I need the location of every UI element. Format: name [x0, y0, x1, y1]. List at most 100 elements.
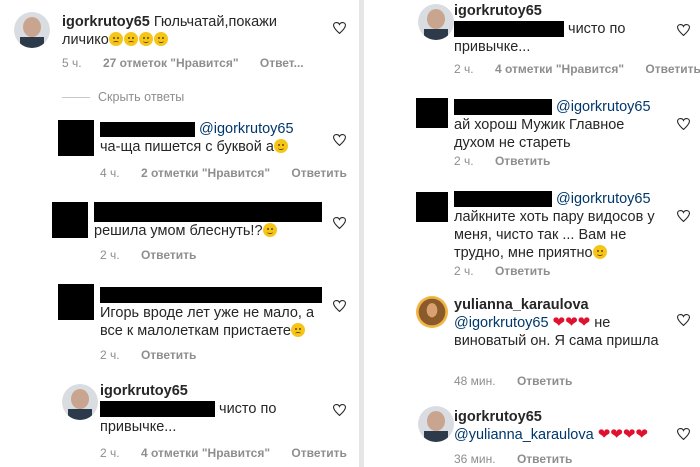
avatar[interactable] [52, 202, 88, 238]
reply-button[interactable]: Ответить [517, 374, 572, 388]
avatar[interactable] [418, 4, 454, 40]
reply-button[interactable]: Ответить [291, 446, 346, 460]
avatar[interactable] [14, 12, 50, 48]
comment-text: @igorkrutoy65 лайкните хоть пару видосов… [454, 191, 655, 261]
username[interactable]: igorkrutoy65 [100, 383, 188, 399]
reply: @igorkrutoy65 ча-ща пишется с буквой а 4… [0, 112, 359, 192]
avatar[interactable] [418, 406, 454, 442]
timestamp: 36 мин. [454, 452, 496, 466]
like-heart-icon[interactable] [677, 210, 690, 222]
smile-emoji-icon [273, 139, 288, 153]
comment-text: igorkrutoy65 чисто по привычке... [100, 383, 277, 435]
avatar[interactable] [58, 120, 94, 156]
like-heart-icon[interactable] [333, 134, 346, 146]
redacted-username [100, 121, 195, 137]
sad-emoji-icon [108, 32, 123, 46]
reply: @igorkrutoy65 лайкните хоть пару видосов… [364, 186, 700, 282]
mention-link[interactable]: @yulianna_karaulova [454, 427, 594, 443]
comment-meta: 36 мин. Ответить [454, 452, 590, 466]
timestamp: 2 ч. [454, 62, 474, 76]
mention-link[interactable]: @igorkrutoy65 [199, 121, 294, 137]
mention-link[interactable]: @igorkrutoy65 [556, 191, 651, 207]
red-heart-icon: ❤❤❤❤ [597, 426, 648, 443]
comment-meta: 2 ч. Ответить [454, 264, 568, 278]
grin-emoji-icon [592, 245, 607, 259]
reply-button[interactable]: Ответить [141, 348, 196, 362]
redacted-username [454, 99, 552, 116]
avatar[interactable] [416, 296, 448, 328]
username[interactable]: igorkrutoy65 [454, 3, 542, 19]
comment-meta: 2 ч. Ответить [100, 248, 214, 262]
avatar[interactable] [58, 284, 94, 320]
reply: igorkrutoy65 @yulianna_karaulova ❤❤❤❤ 36… [364, 400, 700, 467]
avatar[interactable] [416, 192, 448, 222]
comment-text: @igorkrutoy65 ай хорош Мужик Главное дух… [454, 99, 651, 151]
comment-text: решила умом блеснуть!? [94, 202, 334, 240]
red-heart-icon: ❤❤❤ [552, 314, 591, 331]
like-heart-icon[interactable] [333, 22, 346, 34]
username[interactable]: igorkrutoy65 [454, 409, 542, 425]
timestamp: 2 ч. [454, 154, 474, 168]
timestamp: 2 ч. [454, 264, 474, 278]
like-heart-icon[interactable] [677, 24, 690, 36]
timestamp: 5 ч. [62, 56, 82, 70]
reply: Игорь вроде лет уже не мало, а все к мал… [0, 280, 359, 366]
avatar[interactable] [416, 98, 448, 128]
comment-text: igorkrutoy65 Гюльчатай,покажи личико [62, 14, 277, 48]
comment-meta: 5 ч. 27 отметок "Нравится" Ответ... [62, 56, 322, 70]
like-heart-icon[interactable] [333, 217, 346, 229]
like-heart-icon[interactable] [333, 404, 346, 416]
redacted-text [100, 401, 215, 418]
redacted-username [94, 202, 322, 222]
reply-button[interactable]: Ответить [141, 248, 196, 262]
reply-button[interactable]: Ответить [645, 62, 700, 76]
redacted-text [454, 21, 564, 38]
reply: igorkrutoy65 чисто по привычке... 2 ч. 4… [0, 380, 359, 467]
like-heart-icon[interactable] [677, 118, 690, 130]
left-comment-panel: igorkrutoy65 Гюльчатай,покажи личико 5 ч… [0, 0, 359, 467]
comment-text: igorkrutoy65 чисто по привычке... [454, 3, 626, 55]
like-heart-icon[interactable] [333, 300, 346, 312]
likes-count[interactable]: 2 отметки "Нравится" [141, 166, 270, 180]
likes-count[interactable]: 27 отметок "Нравится" [103, 56, 239, 70]
likes-count[interactable]: 4 отметки "Нравится" [495, 62, 624, 76]
avatar[interactable] [62, 384, 98, 420]
comment-text: yulianna_karaulova @igorkrutoy65 ❤❤❤ не … [454, 297, 659, 349]
redacted-username [454, 191, 552, 208]
laugh-emoji-icon [262, 223, 277, 237]
comment-meta: 2 ч. Ответить [100, 348, 214, 362]
like-heart-icon[interactable] [677, 314, 690, 326]
reply-button[interactable]: Ответить [291, 166, 346, 180]
comment-meta: 4 ч. 2 отметки "Нравится" Ответить [100, 166, 359, 180]
username[interactable]: igorkrutoy65 [62, 14, 150, 30]
timestamp: 48 мин. [454, 374, 496, 388]
reply-button[interactable]: Ответить [517, 452, 572, 466]
smile-emoji-icon [138, 32, 153, 46]
reply: @igorkrutoy65 ай хорош Мужик Главное дух… [364, 94, 700, 178]
timestamp: 4 ч. [100, 166, 120, 180]
mention-link[interactable]: @igorkrutoy65 [556, 99, 651, 115]
comment-meta: 2 ч. 4 отметки "Нравится" Ответить [100, 446, 359, 460]
hide-replies-button[interactable]: Скрыть ответы [62, 90, 184, 104]
reply-button[interactable]: Ответить [495, 154, 550, 168]
comment-meta: 48 мин. Ответить [454, 374, 590, 388]
comment-text: igorkrutoy65 @yulianna_karaulova ❤❤❤❤ [454, 408, 669, 444]
mention-link[interactable]: @igorkrutoy65 [454, 315, 549, 331]
timestamp: 2 ч. [100, 446, 120, 460]
comment-text: @igorkrutoy65 ча-ща пишется с буквой а [100, 121, 294, 155]
timestamp: 2 ч. [100, 348, 120, 362]
reply: yulianna_karaulova @igorkrutoy65 ❤❤❤ не … [364, 292, 700, 392]
username[interactable]: yulianna_karaulova [454, 297, 589, 313]
reply-button[interactable]: Ответить [495, 264, 550, 278]
reply-button[interactable]: Ответ... [260, 56, 304, 70]
reply: решила умом блеснуть!? 2 ч. Ответить [0, 196, 359, 272]
smile-emoji-icon [153, 32, 168, 46]
divider [62, 97, 90, 99]
like-heart-icon[interactable] [677, 428, 690, 440]
angry-emoji-icon [291, 323, 305, 337]
comment: igorkrutoy65 Гюльчатай,покажи личико 5 ч… [0, 0, 359, 80]
comment-meta: 2 ч. 4 отметки "Нравится" Ответить [454, 62, 700, 76]
likes-count[interactable]: 4 отметки "Нравится" [141, 446, 270, 460]
reply: igorkrutoy65 чисто по привычке... 2 ч. 4… [364, 0, 700, 82]
comment-meta: 2 ч. Ответить [454, 154, 568, 168]
